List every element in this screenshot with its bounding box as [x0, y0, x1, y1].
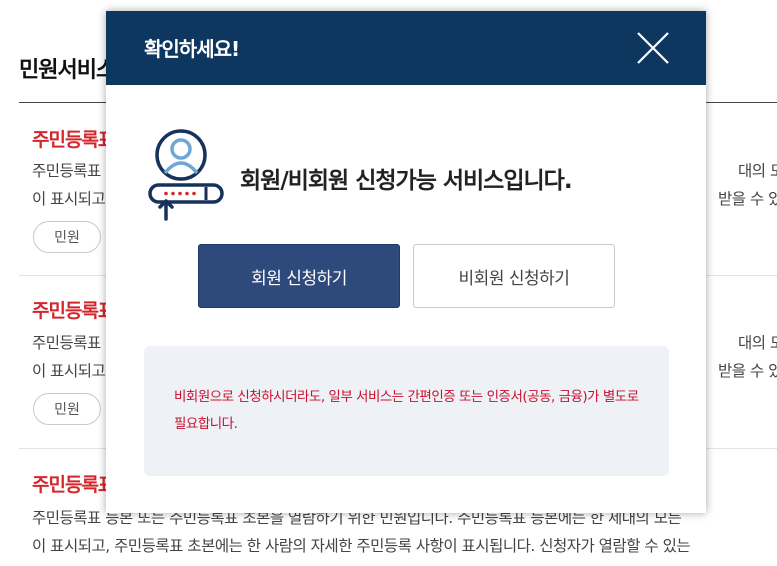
service-title[interactable]: 주민등록표	[32, 296, 115, 323]
info-box: 비회원으로 신청하시더라도, 일부 서비스는 간편인증 또는 인증서(공동, 금…	[144, 346, 669, 476]
service-description: 대의 모든	[738, 162, 777, 180]
service-description: 받을 수 있	[718, 190, 777, 208]
service-notice: 회원/비회원 신청가능 서비스입니다.	[240, 168, 573, 194]
close-icon	[637, 32, 669, 64]
user-login-icon	[148, 129, 224, 221]
member-apply-button[interactable]: 회원 신청하기	[198, 244, 400, 308]
page: 민원서비스 주민등록표 주민등록표 대의 모든 이 표시되고 받을 수 있 민원…	[0, 0, 777, 566]
service-description: 이 표시되고	[32, 190, 106, 208]
service-description: 받을 수 있	[718, 362, 777, 380]
service-description: 주민등록표	[32, 162, 101, 180]
modal-title: 확인하세요!	[144, 37, 240, 61]
close-button[interactable]	[634, 29, 672, 67]
service-tag[interactable]: 민원	[33, 393, 101, 425]
service-description: 이 표시되고, 주민등록표 초본에는 한 사람의 자세한 주민등록 사항이 표시…	[32, 537, 691, 555]
service-tag[interactable]: 민원	[33, 221, 101, 253]
service-description: 대의 모든	[738, 334, 777, 352]
confirm-modal: 확인하세요! 회원/비회원 신청가능 서비스입니다. 회원 신청하기 비회원 신…	[106, 11, 706, 513]
service-title[interactable]: 주민등록표	[32, 470, 115, 497]
nonmember-apply-button[interactable]: 비회원 신청하기	[413, 244, 615, 308]
service-title[interactable]: 주민등록표	[32, 125, 115, 152]
page-title: 민원서비스	[19, 58, 116, 83]
service-description: 이 표시되고	[32, 362, 106, 380]
service-description: 주민등록표	[32, 334, 101, 352]
modal-header: 확인하세요!	[106, 11, 706, 85]
info-text: 비회원으로 신청하시더라도, 일부 서비스는 간편인증 또는 인증서(공동, 금…	[174, 389, 639, 432]
